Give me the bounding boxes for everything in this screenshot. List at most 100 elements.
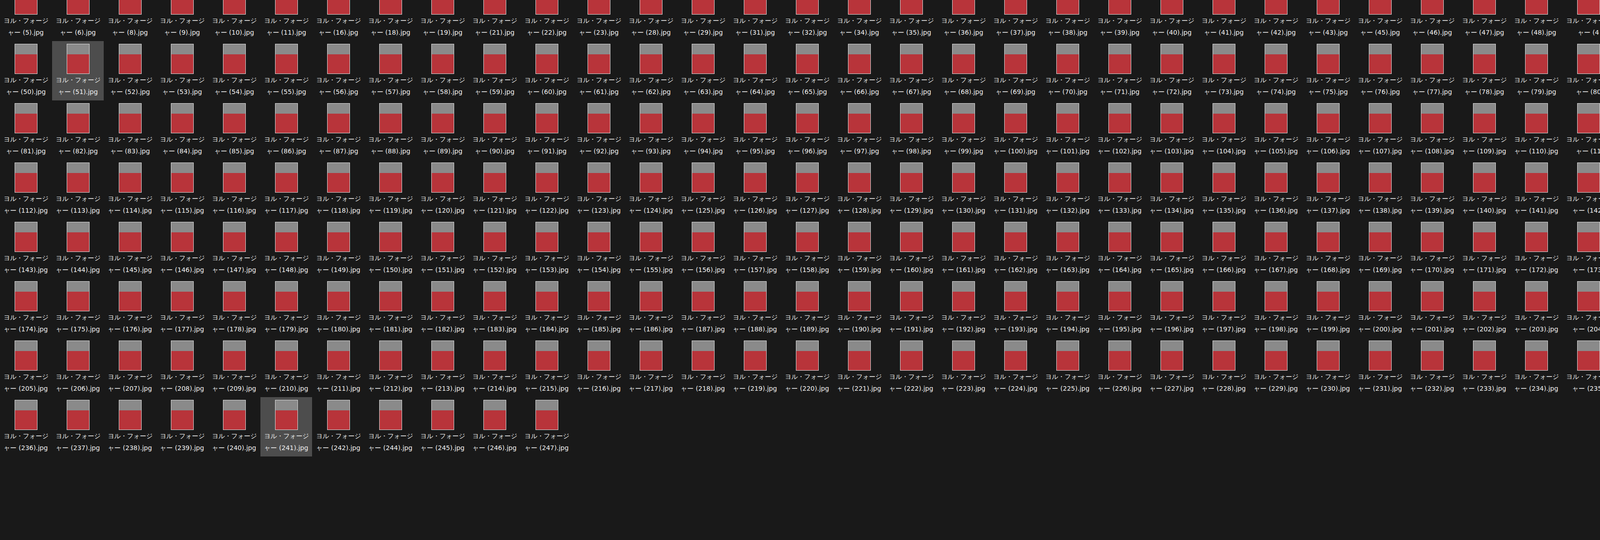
file-item[interactable]: ヨル・フォージャー (135).jpg <box>1197 159 1250 220</box>
file-item[interactable]: ヨル・フォージャー (137).jpg <box>1302 159 1354 220</box>
file-item[interactable]: ヨル・フォージャー (199).jpg <box>1302 278 1354 339</box>
file-item[interactable]: ヨル・フォージャー (247).jpg <box>520 397 573 457</box>
file-item[interactable]: ヨル・フォージャー (29).jpg <box>677 0 729 42</box>
file-item[interactable]: ヨル・フォージャー (16).jpg <box>312 0 365 42</box>
file-item[interactable]: ヨル・フォージャー (115).jpg <box>156 159 208 220</box>
file-item[interactable]: ヨル・フォージャー (197).jpg <box>1197 278 1250 339</box>
file-item[interactable]: ヨル・フォージャー (179).jpg <box>260 278 313 339</box>
file-item[interactable]: ヨル・フォージャー (101).jpg <box>1041 100 1094 160</box>
file-item[interactable]: ヨル・フォージャー (213).jpg <box>416 338 469 398</box>
file-item[interactable]: ヨル・フォージャー (90).jpg <box>468 100 521 160</box>
file-item[interactable]: ヨル・フォージャー (109).jpg <box>1458 100 1510 160</box>
file-item[interactable]: ヨル・フォージャー (176).jpg <box>104 278 156 339</box>
file-item[interactable]: ヨル・フォージャー (125).jpg <box>677 159 729 220</box>
file-item[interactable]: ヨル・フォージャー (219).jpg <box>729 338 781 398</box>
file-item[interactable]: ヨル・フォージャー (160).jpg <box>885 219 938 279</box>
file-item[interactable]: ヨル・フォージャー (147).jpg <box>208 219 260 279</box>
file-item[interactable]: ヨル・フォージャー (46).jpg <box>1406 0 1458 42</box>
file-item[interactable]: ヨル・フォージャー (143).jpg <box>0 219 52 279</box>
file-item[interactable]: ヨル・フォージャー (144).jpg <box>52 219 104 279</box>
file-item[interactable]: ヨル・フォージャー (201).jpg <box>1406 278 1458 339</box>
file-item[interactable]: ヨル・フォージャー (8).jpg <box>104 0 156 42</box>
file-item[interactable]: ヨル・フォージャー (200).jpg <box>1354 278 1406 339</box>
file-item[interactable]: ヨル・フォージャー (162).jpg <box>989 219 1042 279</box>
file-item[interactable]: ヨル・フォージャー (69).jpg <box>989 41 1042 101</box>
file-item[interactable]: ヨル・フォージャー (206).jpg <box>52 338 104 398</box>
file-item[interactable]: ヨル・フォージャー (86).jpg <box>260 100 313 160</box>
file-item[interactable]: ヨル・フォージャー (158).jpg <box>781 219 833 279</box>
file-item[interactable]: ヨル・フォージャー (193).jpg <box>989 278 1042 339</box>
file-item[interactable]: ヨル・フォージャー (224).jpg <box>989 338 1042 398</box>
file-item[interactable]: ヨル・フォージャー (18).jpg <box>364 0 417 42</box>
file-item[interactable]: ヨル・フォージャー (236).jpg <box>0 397 52 457</box>
file-item[interactable]: ヨル・フォージャー (217).jpg <box>625 338 677 398</box>
file-item[interactable]: ヨル・フォージャー (133).jpg <box>1093 159 1146 220</box>
file-item[interactable]: ヨル・フォージャー (82).jpg <box>52 100 104 160</box>
file-item[interactable]: ヨル・フォージャー (78).jpg <box>1458 41 1510 101</box>
file-item[interactable]: ヨル・フォージャー (61).jpg <box>572 41 625 101</box>
file-item[interactable]: ヨル・フォージャー (41).jpg <box>1197 0 1250 42</box>
file-item[interactable]: ヨル・フォージャー (40).jpg <box>1145 0 1198 42</box>
file-item[interactable]: ヨル・フォージャー (85).jpg <box>208 100 260 160</box>
file-item[interactable]: ヨル・フォージャー (186).jpg <box>625 278 677 339</box>
file-item[interactable]: ヨル・フォージャー (153).jpg <box>520 219 573 279</box>
file-item[interactable]: ヨル・フォージャー (59).jpg <box>468 41 521 101</box>
file-item[interactable]: ヨル・フォージャー (168).jpg <box>1302 219 1354 279</box>
file-item[interactable]: ヨル・フォージャー (187).jpg <box>677 278 729 339</box>
file-item[interactable]: ヨル・フォージャー (120).jpg <box>416 159 469 220</box>
file-item[interactable]: ヨル・フォージャー (92).jpg <box>572 100 625 160</box>
file-item[interactable]: ヨル・フォージャー (36).jpg <box>937 0 990 42</box>
file-item[interactable]: ヨル・フォージャー (230).jpg <box>1302 338 1354 398</box>
file-item[interactable]: ヨル・フォージャー (91).jpg <box>520 100 573 160</box>
file-item[interactable]: ヨル・フォージャー (169).jpg <box>1354 219 1406 279</box>
file-item[interactable]: ヨル・フォージャー (173) <box>1562 219 1600 279</box>
file-item[interactable]: ヨル・フォージャー (203).jpg <box>1510 278 1563 339</box>
file-item[interactable]: ヨル・フォージャー (37).jpg <box>989 0 1042 42</box>
file-item[interactable]: ヨル・フォージャー (73).jpg <box>1197 41 1250 101</box>
file-item[interactable]: ヨル・フォージャー (139).jpg <box>1406 159 1458 220</box>
file-item[interactable]: ヨル・フォージャー (38).jpg <box>1041 0 1094 42</box>
file-item[interactable]: ヨル・フォージャー (229).jpg <box>1250 338 1302 398</box>
file-item[interactable]: ヨル・フォージャー (208).jpg <box>156 338 208 398</box>
file-item[interactable]: ヨル・フォージャー (23).jpg <box>572 0 625 42</box>
file-item[interactable]: ヨル・フォージャー (21).jpg <box>468 0 521 42</box>
file-item[interactable]: ヨル・フォージャー (35).jpg <box>885 0 938 42</box>
file-item[interactable]: ヨル・フォージャー (221).jpg <box>833 338 885 398</box>
file-item[interactable]: ヨル・フォージャー (80 <box>1562 41 1600 101</box>
file-item[interactable]: ヨル・フォージャー (6).jpg <box>52 0 104 42</box>
file-item[interactable]: ヨル・フォージャー (67).jpg <box>885 41 938 101</box>
file-item[interactable]: ヨル・フォージャー (189).jpg <box>781 278 833 339</box>
file-item[interactable]: ヨル・フォージャー (132).jpg <box>1041 159 1094 220</box>
file-item[interactable]: ヨル・フォージャー (161).jpg <box>937 219 990 279</box>
file-item[interactable]: ヨル・フォージャー (55).jpg <box>260 41 313 101</box>
file-item[interactable]: ヨル・フォージャー (246).jpg <box>468 397 521 457</box>
file-item[interactable]: ヨル・フォージャー (32).jpg <box>781 0 833 42</box>
file-item[interactable]: ヨル・フォージャー (58).jpg <box>416 41 469 101</box>
file-item[interactable]: ヨル・フォージャー (136).jpg <box>1250 159 1302 220</box>
file-item[interactable]: ヨル・フォージャー (138).jpg <box>1354 159 1406 220</box>
file-item[interactable]: ヨル・フォージャー (100).jpg <box>989 100 1042 160</box>
file-item[interactable]: ヨル・フォージャー (114).jpg <box>104 159 156 220</box>
file-item[interactable]: ヨル・フォージャー (159).jpg <box>833 219 885 279</box>
file-item[interactable]: ヨル・フォージャー (177).jpg <box>156 278 208 339</box>
file-item[interactable]: ヨル・フォージャー (141).jpg <box>1510 159 1563 220</box>
file-item[interactable]: ヨル・フォージャー (202).jpg <box>1458 278 1510 339</box>
file-item[interactable]: ヨル・フォージャー (242).jpg <box>312 397 365 457</box>
file-item[interactable]: ヨル・フォージャー (75).jpg <box>1302 41 1354 101</box>
file-item[interactable]: ヨル・フォージャー (207).jpg <box>104 338 156 398</box>
file-item[interactable]: ヨル・フォージャー (180).jpg <box>312 278 365 339</box>
file-item[interactable]: ヨル・フォージャー (244).jpg <box>364 397 417 457</box>
file-item[interactable]: ヨル・フォージャー (154).jpg <box>572 219 625 279</box>
file-item[interactable]: ヨル・フォージャー (151).jpg <box>416 219 469 279</box>
file-item[interactable]: ヨル・フォージャー (96).jpg <box>781 100 833 160</box>
file-item[interactable]: ヨル・フォージャー (104).jpg <box>1197 100 1250 160</box>
file-item[interactable]: ヨル・フォージャー (72).jpg <box>1145 41 1198 101</box>
file-item[interactable]: ヨル・フォージャー (127).jpg <box>781 159 833 220</box>
file-item[interactable]: ヨル・フォージャー (218).jpg <box>677 338 729 398</box>
file-item[interactable]: ヨル・フォージャー (241).jpg <box>260 397 313 457</box>
file-item[interactable]: ヨル・フォージャー (113).jpg <box>52 159 104 220</box>
file-item[interactable]: ヨル・フォージャー (238).jpg <box>104 397 156 457</box>
file-item[interactable]: ヨル・フォージャー (5).jpg <box>0 0 52 42</box>
file-item[interactable]: ヨル・フォージャー (84).jpg <box>156 100 208 160</box>
file-item[interactable]: ヨル・フォージャー (28).jpg <box>625 0 677 42</box>
